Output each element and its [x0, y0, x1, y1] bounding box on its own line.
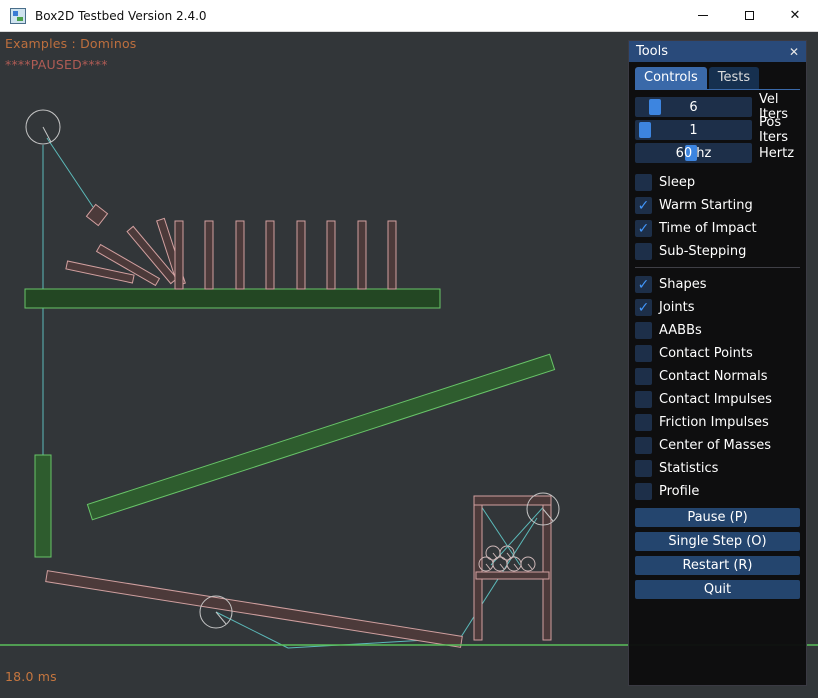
checkbox-center-of-masses[interactable]: ✓ Center of Masses — [635, 434, 800, 457]
checkbox-aabbs[interactable]: ✓ AABBs — [635, 319, 800, 342]
window-controls: ✕ — [680, 0, 818, 32]
checkbox-contact-impulses[interactable]: ✓ Contact Impulses — [635, 388, 800, 411]
tools-panel-title: Tools — [636, 44, 668, 59]
example-title-text: Examples : Dominos — [5, 36, 137, 51]
checkbox-box[interactable]: ✓ — [635, 299, 652, 316]
tab-tests[interactable]: Tests — [709, 67, 759, 89]
close-icon: ✕ — [790, 9, 801, 22]
checkbox-friction-impulses[interactable]: ✓ Friction Impulses — [635, 411, 800, 434]
pos-iters-row: 1 Pos Iters — [635, 120, 800, 140]
maximize-icon — [745, 11, 754, 20]
check-icon: ✓ — [638, 199, 650, 213]
hertz-row: 60 hz Hertz — [635, 143, 800, 163]
hanging-box[interactable] — [86, 204, 107, 225]
quit-button[interactable]: Quit — [635, 580, 800, 599]
single-step-button[interactable]: Single Step (O) — [635, 532, 800, 551]
pulley-circle-top-left[interactable] — [26, 110, 60, 144]
checkbox-box[interactable]: ✓ — [635, 243, 652, 260]
check-icon: ✓ — [638, 222, 650, 236]
checkbox-box[interactable]: ✓ — [635, 437, 652, 454]
checkbox-box[interactable]: ✓ — [635, 368, 652, 385]
checkbox-box[interactable]: ✓ — [635, 345, 652, 362]
checkbox-box[interactable]: ✓ — [635, 414, 652, 431]
tools-panel: Tools ✕ Controls Tests 6 Vel Iters 1 Pos… — [628, 40, 807, 686]
tools-panel-body: Controls Tests 6 Vel Iters 1 Pos Iters 6… — [629, 62, 806, 685]
frame-time-text: 18.0 ms — [5, 669, 57, 684]
checkbox-box[interactable]: ✓ — [635, 322, 652, 339]
minimize-button[interactable] — [680, 0, 726, 32]
ball-cluster[interactable] — [479, 546, 535, 571]
checkbox-box[interactable]: ✓ — [635, 460, 652, 477]
restart-button[interactable]: Restart (R) — [635, 556, 800, 575]
tab-bar: Controls Tests — [635, 67, 800, 90]
dominos-standing[interactable] — [175, 221, 396, 289]
minimize-icon — [698, 15, 708, 16]
check-icon: ✓ — [638, 278, 650, 292]
checkbox-sub-stepping[interactable]: ✓ Sub-Stepping — [635, 240, 800, 263]
checkbox-box[interactable]: ✓ — [635, 197, 652, 214]
checkbox-contact-points[interactable]: ✓ Contact Points — [635, 342, 800, 365]
tools-panel-titlebar[interactable]: Tools ✕ — [629, 41, 806, 62]
checkbox-time-of-impact[interactable]: ✓ Time of Impact — [635, 217, 800, 240]
checkbox-box[interactable]: ✓ — [635, 391, 652, 408]
static-tilted-plank — [87, 354, 554, 519]
hertz-slider[interactable]: 60 hz — [635, 143, 752, 163]
tab-controls[interactable]: Controls — [635, 67, 707, 89]
checkbox-sleep[interactable]: ✓ Sleep — [635, 171, 800, 194]
checkbox-contact-normals[interactable]: ✓ Contact Normals — [635, 365, 800, 388]
pause-button[interactable]: Pause (P) — [635, 508, 800, 527]
separator — [635, 267, 800, 268]
static-shelf — [25, 289, 440, 308]
checkbox-shapes[interactable]: ✓ Shapes — [635, 273, 800, 296]
vel-iters-row: 6 Vel Iters — [635, 97, 800, 117]
frame-structure[interactable] — [474, 496, 551, 640]
check-icon: ✓ — [638, 301, 650, 315]
checkbox-box[interactable]: ✓ — [635, 483, 652, 500]
button-stack: Pause (P) Single Step (O) Restart (R) Qu… — [635, 508, 800, 604]
checkbox-profile[interactable]: ✓ Profile — [635, 480, 800, 503]
checkbox-statistics[interactable]: ✓ Statistics — [635, 457, 800, 480]
checkbox-joints[interactable]: ✓ Joints — [635, 296, 800, 319]
static-vertical-plank — [35, 455, 51, 557]
close-button[interactable]: ✕ — [772, 0, 818, 32]
panel-close-icon[interactable]: ✕ — [789, 46, 799, 58]
bottom-plank[interactable] — [46, 571, 463, 648]
checkbox-box[interactable]: ✓ — [635, 276, 652, 293]
pos-iters-slider[interactable]: 1 — [635, 120, 752, 140]
checkbox-box[interactable]: ✓ — [635, 174, 652, 191]
window-title: Box2D Testbed Version 2.4.0 — [35, 9, 207, 23]
maximize-button[interactable] — [726, 0, 772, 32]
paused-status-text: ****PAUSED**** — [5, 57, 108, 72]
vel-iters-slider[interactable]: 6 — [635, 97, 752, 117]
checkbox-box[interactable]: ✓ — [635, 220, 652, 237]
dominos-fallen[interactable] — [66, 218, 185, 285]
window-titlebar[interactable]: Box2D Testbed Version 2.4.0 ✕ — [0, 0, 818, 32]
app-icon[interactable] — [10, 8, 26, 24]
checkbox-warm-starting[interactable]: ✓ Warm Starting — [635, 194, 800, 217]
